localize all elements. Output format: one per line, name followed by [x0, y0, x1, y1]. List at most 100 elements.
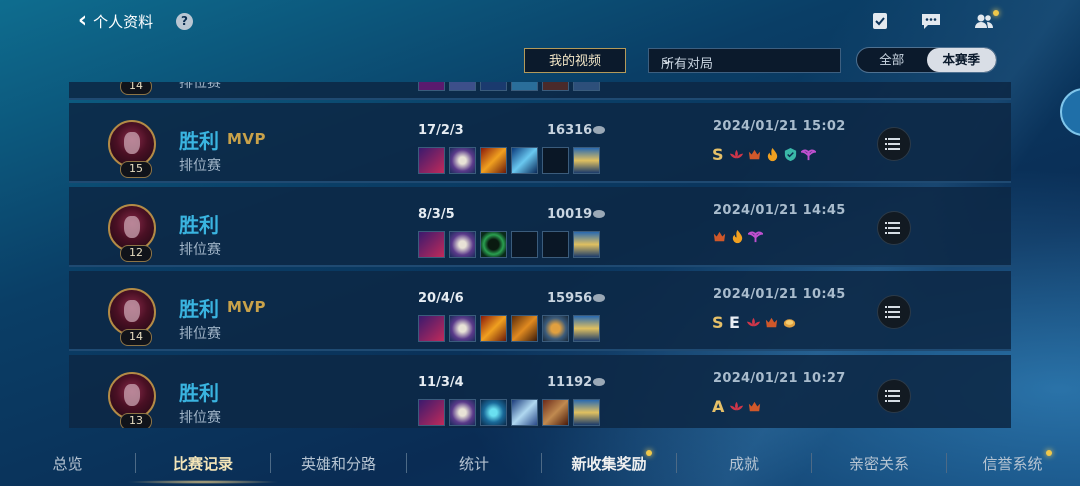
mvp-badge: MVP	[227, 130, 267, 148]
gold-amount: 10019	[547, 207, 593, 222]
match-result: 胜利	[179, 297, 219, 321]
item-slot	[573, 231, 600, 258]
item-row	[418, 231, 600, 258]
mvp-badge: MVP	[227, 298, 267, 316]
chat-bubble-icon[interactable]	[921, 12, 941, 30]
tab-heroes-lanes[interactable]: 英雄和分路	[271, 453, 406, 474]
toggle-all[interactable]: 全部	[857, 48, 927, 72]
tab-achievements[interactable]: 成就	[677, 453, 811, 474]
notification-dot	[646, 450, 652, 456]
tab-stats[interactable]: 统计	[407, 453, 541, 474]
item-slot	[418, 315, 445, 342]
tab-credit-system[interactable]: 信誉系统	[947, 453, 1078, 474]
match-result: 胜利	[179, 213, 219, 237]
match-mode: 排位赛	[179, 410, 221, 426]
page-title: 个人资料	[93, 12, 154, 31]
kda: 20/4/6	[418, 291, 464, 306]
hero-level: 13	[120, 413, 152, 428]
match-card[interactable]: 14 胜利 MVP 排位赛 20/4/6 15956 2024/01/21 10…	[69, 271, 1011, 351]
s-rating-badge: S	[712, 145, 724, 164]
season-toggle[interactable]: 全部 本赛季	[856, 47, 997, 73]
item-row	[418, 399, 600, 426]
toggle-this-season[interactable]: 本赛季	[926, 48, 996, 72]
wings-badge-icon	[748, 231, 763, 243]
item-slot	[542, 399, 569, 426]
match-mode: 排位赛	[179, 326, 221, 342]
wings-badge-icon	[801, 149, 816, 161]
a-rating-badge: A	[712, 397, 725, 416]
tab-match-history[interactable]: 比赛记录	[126, 453, 280, 484]
match-detail-button[interactable]	[877, 295, 911, 329]
item-slot	[480, 231, 507, 258]
help-icon[interactable]: ?	[176, 13, 193, 30]
back-button[interactable]: ‹ 个人资料	[78, 10, 153, 32]
item-slot	[511, 147, 538, 174]
match-card[interactable]: 13 胜利 排位赛 11/3/4 11192 2024/01/21 10:27 …	[69, 355, 1011, 428]
item-slot	[542, 315, 569, 342]
item-slot	[480, 315, 507, 342]
bottom-nav: 总览 比赛记录 英雄和分路 统计 新收集奖励 成就 亲密关系 信誉系统	[0, 440, 1080, 486]
match-detail-button[interactable]	[877, 379, 911, 413]
tab-overview[interactable]: 总览	[0, 453, 135, 474]
clipboard-check-icon[interactable]	[870, 12, 890, 30]
item-slot	[573, 399, 600, 426]
crown-badge-icon	[765, 317, 778, 328]
flame-badge-icon	[767, 147, 778, 162]
gold-coin-icon	[593, 126, 605, 134]
gold-amount: 16316	[547, 123, 593, 138]
item-slot-empty	[542, 147, 569, 174]
match-card[interactable]: 15 胜利 MVP 排位赛 17/2/3 16316 2024/01/21 15…	[69, 103, 1011, 183]
match-detail-button[interactable]	[877, 127, 911, 161]
lotus-badge-icon	[746, 317, 761, 327]
friends-icon[interactable]	[974, 12, 994, 30]
item-slot-empty	[511, 231, 538, 258]
match-card-partial[interactable]: 14 排位赛	[69, 82, 1011, 100]
item-slot	[449, 315, 476, 342]
tab-new-collection-rewards[interactable]: 新收集奖励	[542, 453, 676, 474]
item-slot	[418, 399, 445, 426]
side-floating-button[interactable]	[1060, 88, 1080, 136]
flame-badge-icon	[732, 229, 743, 244]
gold-amount: 15956	[547, 291, 593, 306]
chevron-left-icon: ‹	[78, 8, 88, 33]
match-card[interactable]: 12 胜利 排位赛 8/3/5 10019 2024/01/21 14:45	[69, 187, 1011, 267]
lotus-badge-icon	[729, 401, 744, 411]
item-slot	[418, 231, 445, 258]
item-slot-empty	[542, 231, 569, 258]
item-row	[418, 82, 600, 91]
item-slot	[449, 231, 476, 258]
kda: 8/3/5	[418, 207, 455, 222]
achievement-badges: S E	[712, 313, 797, 332]
crown-badge-icon	[748, 401, 761, 412]
coin-badge-icon	[783, 319, 796, 328]
kda: 11/3/4	[418, 375, 464, 390]
achievement-badges	[712, 229, 763, 244]
item-slot	[449, 399, 476, 426]
kda: 17/2/3	[418, 123, 464, 138]
achievement-badges: S	[712, 145, 816, 164]
match-mode: 排位赛	[179, 158, 221, 174]
top-bar: ‹ 个人资料 ?	[0, 0, 1080, 44]
tab-relationships[interactable]: 亲密关系	[812, 453, 946, 474]
gold-coin-icon	[593, 294, 605, 302]
achievement-badges: A	[712, 397, 762, 416]
hero-level: 14	[120, 329, 152, 346]
hero-level: 12	[120, 245, 152, 262]
hero-level: 15	[120, 161, 152, 178]
match-type-select[interactable]: 所有对局 ⌄	[648, 48, 841, 73]
gold-amount: 11192	[547, 375, 593, 390]
lotus-badge-icon	[729, 149, 744, 159]
item-slot	[418, 147, 445, 174]
my-video-button[interactable]: 我的视频	[524, 48, 626, 73]
e-badge: E	[729, 313, 740, 332]
notification-dot	[993, 10, 999, 16]
item-row	[418, 315, 600, 342]
match-time: 2024/01/21 15:02	[713, 119, 846, 134]
match-list[interactable]: 14 排位赛 15 胜利 MVP 排位赛 17/2/3 16316 2024/0…	[69, 82, 1011, 428]
match-detail-button[interactable]	[877, 211, 911, 245]
item-slot	[480, 399, 507, 426]
item-slot	[449, 147, 476, 174]
crown-badge-icon	[713, 231, 726, 242]
match-mode: 排位赛	[179, 242, 221, 258]
hero-level: 14	[120, 82, 152, 95]
